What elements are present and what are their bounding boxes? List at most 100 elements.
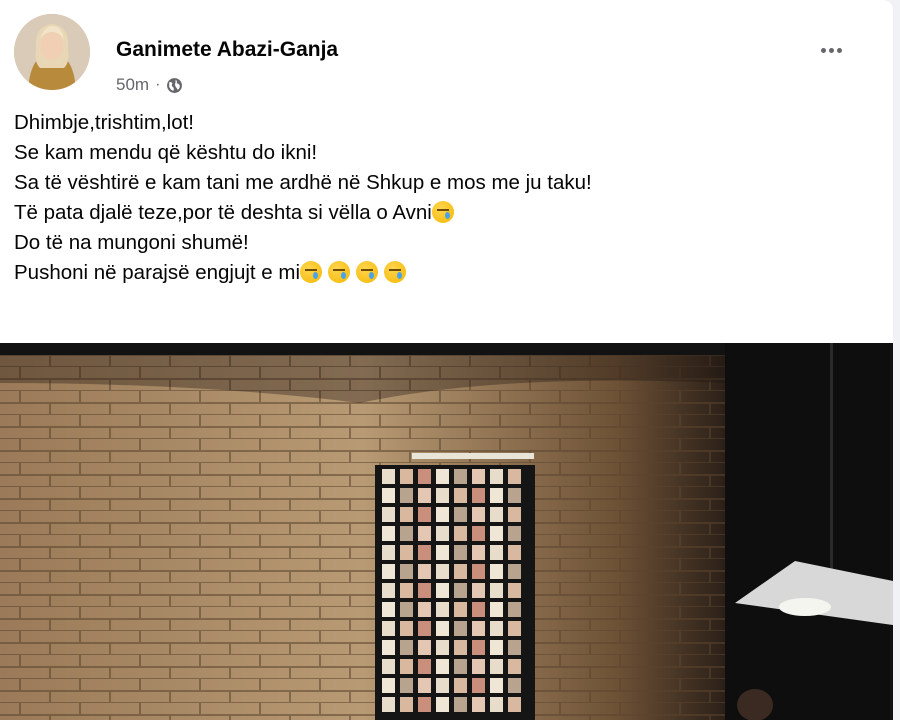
cup (508, 488, 521, 503)
cup (472, 526, 485, 541)
sad-tear-emoji (300, 261, 323, 283)
cup (490, 697, 503, 712)
cup (508, 545, 521, 560)
cup (454, 583, 467, 598)
cup (418, 621, 431, 636)
cup (508, 602, 521, 617)
cup (382, 678, 395, 693)
post-photo[interactable] (0, 343, 893, 720)
cup (436, 678, 449, 693)
cup (400, 640, 413, 655)
more-dot (820, 47, 826, 53)
cup (472, 507, 485, 522)
post-time[interactable]: 50m (116, 75, 149, 95)
cup (418, 469, 431, 484)
post-text-line-content: Të pata djalë teze,por të deshta si vëll… (14, 201, 432, 224)
cup (418, 697, 431, 712)
cup (400, 564, 413, 579)
cup (490, 564, 503, 579)
cup (472, 545, 485, 560)
cup (454, 659, 467, 674)
cup (382, 602, 395, 617)
cup (472, 640, 485, 655)
post-meta: 50m · (116, 75, 183, 95)
cup (454, 697, 467, 712)
cup (508, 564, 521, 579)
cup (436, 564, 449, 579)
cup (472, 488, 485, 503)
cup (418, 564, 431, 579)
cup (508, 697, 521, 712)
more-options-icon[interactable] (817, 36, 845, 64)
cup (400, 469, 413, 484)
cup (400, 621, 413, 636)
cup (400, 602, 413, 617)
cup (508, 621, 521, 636)
cup (382, 469, 395, 484)
sad-tear-emoji (328, 261, 351, 283)
cup (490, 640, 503, 655)
cup (472, 564, 485, 579)
cup (490, 659, 503, 674)
cup (472, 659, 485, 674)
cup (400, 678, 413, 693)
cup (490, 488, 503, 503)
cup (454, 678, 467, 693)
cup (454, 469, 467, 484)
cup (436, 621, 449, 636)
cup (382, 621, 395, 636)
cup (436, 583, 449, 598)
cup (472, 602, 485, 617)
cup (508, 469, 521, 484)
sad-tear-emoji (431, 201, 454, 223)
post-text-line-content: Se kam mendu që kështu do ikni! (14, 141, 318, 164)
cup (382, 507, 395, 522)
post-text-line: Pushoni në parajsë engjujt e mi (14, 258, 874, 288)
cup (454, 621, 467, 636)
author-avatar[interactable] (14, 14, 90, 90)
cup (382, 545, 395, 560)
cup (472, 469, 485, 484)
more-dot (836, 47, 842, 53)
cup (436, 659, 449, 674)
cup (508, 640, 521, 655)
cup (436, 602, 449, 617)
cup (382, 640, 395, 655)
cup (508, 659, 521, 674)
more-dot (828, 47, 834, 53)
cup (418, 507, 431, 522)
cup (490, 602, 503, 617)
cup (382, 659, 395, 674)
cup (418, 640, 431, 655)
cup (436, 697, 449, 712)
post-text-line: Dhimbje,trishtim,lot! (14, 108, 874, 138)
photo-image (0, 343, 893, 720)
cup (436, 488, 449, 503)
avatar-image (14, 14, 90, 90)
post-text-line: Se kam mendu që kështu do ikni! (14, 138, 874, 168)
cup (436, 526, 449, 541)
cup (400, 659, 413, 674)
post-text-line: Sa të vështirë e kam tani me ardhë në Sh… (14, 168, 874, 198)
cup (454, 602, 467, 617)
cup (382, 583, 395, 598)
cup (490, 583, 503, 598)
post-text: Dhimbje,trishtim,lot! Se kam mendu që kës… (14, 108, 874, 288)
post-text-line: Të pata djalë teze,por të deshta si vëll… (14, 198, 874, 228)
cup (490, 545, 503, 560)
cup (382, 526, 395, 541)
cup (454, 545, 467, 560)
cup (490, 507, 503, 522)
cup (400, 583, 413, 598)
sad-tear-emoji (356, 261, 379, 283)
post-text-line-content: Sa të vështirë e kam tani me ardhë në Sh… (14, 171, 592, 194)
cup (418, 526, 431, 541)
cup (490, 678, 503, 693)
cup (400, 507, 413, 522)
cup (472, 678, 485, 693)
author-name[interactable]: Ganimete Abazi-Ganja (116, 38, 338, 62)
cup (508, 526, 521, 541)
cup (418, 545, 431, 560)
cup (508, 678, 521, 693)
globe-icon[interactable] (166, 77, 183, 94)
